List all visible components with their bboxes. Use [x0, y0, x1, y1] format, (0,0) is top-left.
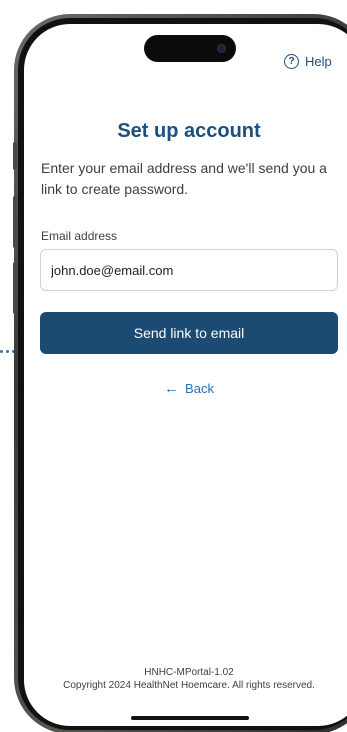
- back-link[interactable]: ← Back: [24, 381, 347, 396]
- phone-screen: ? Help Set up account Enter your email a…: [24, 24, 347, 726]
- email-label: Email address: [41, 229, 118, 243]
- home-indicator[interactable]: [131, 716, 249, 720]
- back-label: Back: [185, 381, 214, 396]
- screenshot-stage: ? Help Set up account Enter your email a…: [0, 0, 347, 732]
- send-link-button[interactable]: Send link to email: [40, 312, 338, 354]
- app-version: HNHC-MPortal-1.02: [144, 667, 234, 678]
- help-link[interactable]: ? Help: [284, 54, 332, 69]
- help-label: Help: [305, 54, 332, 69]
- instructions-text: Enter your email address and we'll send …: [41, 160, 327, 197]
- side-button-volume-up: [13, 196, 17, 248]
- side-button-action: [13, 142, 17, 170]
- footer: HNHC-MPortal-1.02 Copyright 2024 HealthN…: [24, 666, 347, 692]
- copyright-text: Copyright 2024 HealthNet Hoemcare. All r…: [63, 680, 315, 691]
- email-field[interactable]: [40, 249, 338, 291]
- dynamic-island: [144, 35, 236, 62]
- front-camera: [217, 44, 226, 53]
- side-button-volume-down: [13, 262, 17, 314]
- arrow-left-icon: ←: [164, 380, 180, 397]
- page-title: Set up account: [117, 120, 261, 142]
- connector-dots: [0, 350, 15, 353]
- question-circle-icon: ?: [284, 54, 299, 69]
